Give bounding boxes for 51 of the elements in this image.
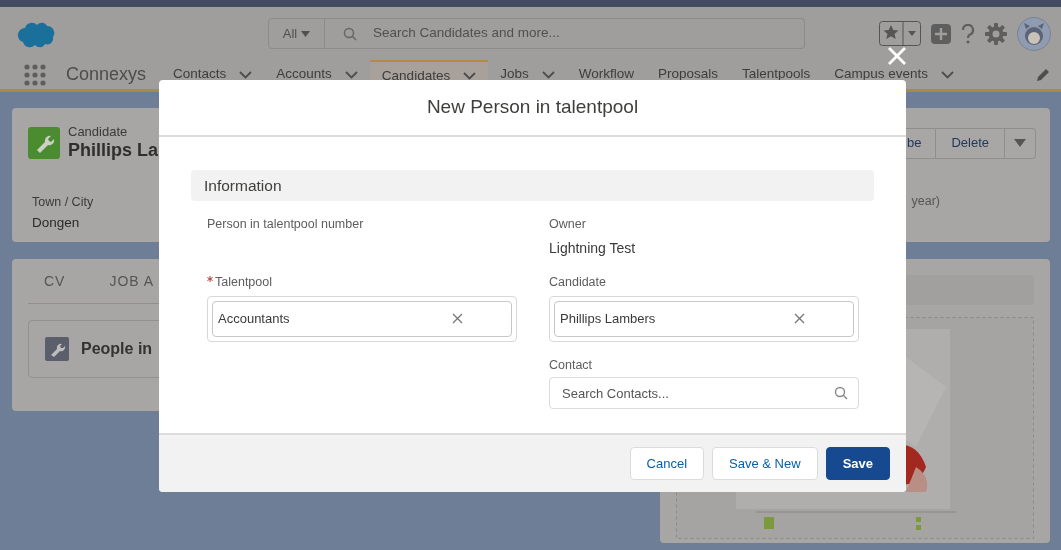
caret-icon	[1014, 139, 1026, 147]
search-icon	[834, 386, 848, 401]
section-header: Information	[191, 170, 874, 201]
field-value: Lightning Test	[549, 238, 637, 258]
nav-tab[interactable]: Accounts	[264, 58, 370, 91]
record-type: Candidate	[68, 125, 129, 141]
wrench-icon	[28, 127, 60, 159]
save-button[interactable]: Save	[825, 447, 890, 480]
field-label: Talentpool	[215, 273, 272, 291]
field-label: Town / City	[32, 194, 94, 211]
chevron-icon[interactable]	[941, 70, 955, 79]
nav-tab[interactable]: Jobs	[488, 58, 567, 91]
add-icon[interactable]	[931, 23, 951, 44]
search-field[interactable]: Search Candidates and more...	[325, 18, 805, 49]
settings-icon[interactable]	[985, 22, 1007, 45]
more-actions-dropdown[interactable]	[1005, 127, 1036, 159]
chevron-icon[interactable]	[344, 70, 358, 79]
field-label: Candidate	[549, 273, 606, 291]
dialog-button[interactable]: Cancel	[629, 447, 705, 480]
tab[interactable]: JOB A	[109, 259, 155, 303]
field-label: Owner	[549, 216, 587, 233]
search-icon	[343, 26, 357, 41]
caret-icon	[301, 30, 311, 37]
record-name: Phillips La	[68, 140, 159, 161]
edit-icon[interactable]	[1035, 66, 1051, 83]
field-label: year)	[911, 193, 940, 210]
clear-icon[interactable]	[794, 313, 805, 324]
lookup-field[interactable]: Accountants	[207, 295, 517, 342]
card-title: People in	[81, 339, 153, 359]
field-label: Person in talentpool number	[207, 216, 365, 233]
wrench-icon	[45, 337, 69, 361]
field-value: Dongen	[32, 214, 81, 232]
field-label: Contact	[549, 356, 594, 374]
chevron-icon[interactable]	[541, 70, 555, 79]
chevron-icon[interactable]	[463, 72, 477, 80]
modal-title: New Person in talentpool	[426, 95, 639, 120]
search-field[interactable]: Search Contacts...	[549, 377, 859, 410]
chevron-icon[interactable]	[239, 70, 253, 79]
close-icon[interactable]	[886, 45, 908, 67]
app-launcher-icon[interactable]	[24, 63, 46, 86]
tab[interactable]: CV	[44, 259, 66, 303]
clear-icon[interactable]	[452, 313, 463, 324]
help-icon[interactable]	[961, 23, 975, 44]
nav-tab[interactable]: Contacts	[161, 58, 265, 91]
avatar-icon[interactable]	[1017, 16, 1051, 51]
delete-button[interactable]: Delete	[936, 127, 1005, 159]
lookup-field[interactable]: Phillips Lambers	[549, 295, 859, 342]
search-scope-dropdown[interactable]: All	[268, 18, 325, 49]
dialog-button[interactable]: Save & New	[712, 447, 818, 480]
app-name: Connexys	[66, 63, 147, 86]
nav-tab[interactable]: Campus events	[822, 58, 967, 91]
